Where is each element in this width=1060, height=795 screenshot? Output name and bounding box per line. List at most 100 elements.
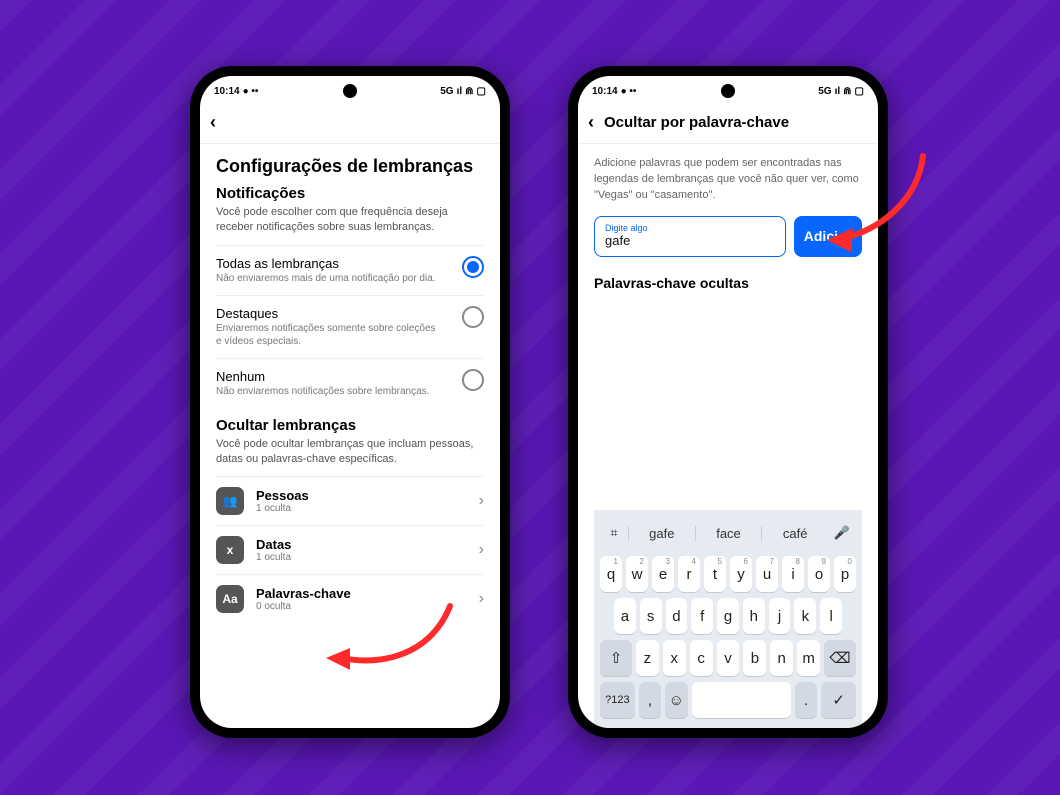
space-key[interactable]	[692, 682, 791, 718]
status-5g-icon: 5G	[440, 86, 453, 97]
item-title: Palavras-chave	[256, 586, 351, 601]
key-r[interactable]: r4	[678, 556, 700, 592]
radio-row-none[interactable]: Nenhum Não enviaremos notificações sobre…	[216, 358, 484, 409]
status-signal-icon: ıl	[457, 86, 463, 97]
notifications-sub: Você pode escolher com que frequência de…	[216, 205, 484, 235]
key-y[interactable]: y6	[730, 556, 752, 592]
page-title: Configurações de lembranças	[216, 156, 484, 177]
screen-left: 10:14● •• 5G ıl ⋒ ▢ ‹ Configurações de l…	[200, 76, 500, 728]
comma-key[interactable]: ,	[639, 682, 661, 718]
radio-sub: Não enviaremos mais de uma notificação p…	[216, 273, 436, 286]
hide-memories-sub: Você pode ocultar lembranças que incluam…	[216, 437, 484, 467]
key-d[interactable]: d	[666, 598, 688, 634]
radio-title: Todas as lembranças	[216, 256, 436, 271]
radio-indicator[interactable]	[462, 369, 484, 391]
status-5g-icon: 5G	[818, 86, 831, 97]
period-key[interactable]: .	[795, 682, 817, 718]
status-battery-icon: ▢	[855, 86, 864, 97]
suggestion[interactable]: gafe	[628, 526, 695, 541]
dates-icon: x	[216, 536, 244, 564]
key-a[interactable]: a	[614, 598, 636, 634]
shift-key[interactable]: ⇧	[600, 640, 632, 676]
key-row-1: q1w2e3r4t5y6u7i8o9p0	[600, 556, 856, 592]
numbers-key[interactable]: ?123	[600, 682, 635, 718]
phone-frame-left: 10:14● •• 5G ıl ⋒ ▢ ‹ Configurações de l…	[190, 66, 510, 738]
key-z[interactable]: z	[636, 640, 659, 676]
suggestion[interactable]: café	[761, 526, 828, 541]
key-i[interactable]: i8	[782, 556, 804, 592]
back-button[interactable]: ‹	[210, 112, 216, 133]
key-f[interactable]: f	[691, 598, 713, 634]
screen-right: 10:14● •• 5G ıl ⋒ ▢ ‹ Ocultar por palavr…	[578, 76, 878, 728]
page-title: Ocultar por palavra-chave	[604, 114, 789, 131]
content: Adicione palavras que podem ser encontra…	[578, 144, 878, 728]
key-k[interactable]: k	[794, 598, 816, 634]
item-title: Pessoas	[256, 488, 309, 503]
chevron-right-icon: ›	[479, 541, 484, 559]
key-e[interactable]: e3	[652, 556, 674, 592]
item-sub: 1 oculta	[256, 552, 291, 563]
back-button[interactable]: ‹	[588, 112, 594, 133]
field-value: gafe	[605, 233, 775, 248]
key-w[interactable]: w2	[626, 556, 648, 592]
key-x[interactable]: x	[663, 640, 686, 676]
item-title: Datas	[256, 537, 291, 552]
status-signal-icon: ıl	[835, 86, 841, 97]
status-wifi-icon: ⋒	[843, 86, 851, 97]
key-m[interactable]: m	[797, 640, 820, 676]
key-row-4: ?123 , ☺ . ✓	[600, 682, 856, 718]
item-dates[interactable]: x Datas 1 oculta ›	[216, 525, 484, 574]
key-o[interactable]: o9	[808, 556, 830, 592]
item-keywords[interactable]: Aa Palavras-chave 0 oculta ›	[216, 574, 484, 623]
key-j[interactable]: j	[769, 598, 791, 634]
enter-key[interactable]: ✓	[821, 682, 856, 718]
radio-title: Nenhum	[216, 369, 429, 384]
input-row: Digite algo gafe Adici…	[594, 216, 862, 269]
suggestion[interactable]: face	[695, 526, 762, 541]
radio-indicator-on[interactable]	[462, 256, 484, 278]
camera-notch	[343, 84, 357, 98]
key-s[interactable]: s	[640, 598, 662, 634]
field-label: Digite algo	[605, 223, 775, 233]
add-button[interactable]: Adici…	[794, 216, 862, 257]
status-battery-icon: ▢	[477, 86, 486, 97]
item-people[interactable]: 👥 Pessoas 1 oculta ›	[216, 476, 484, 525]
key-t[interactable]: t5	[704, 556, 726, 592]
content: Configurações de lembranças Notificações…	[200, 144, 500, 728]
key-g[interactable]: g	[717, 598, 739, 634]
key-h[interactable]: h	[743, 598, 765, 634]
key-c[interactable]: c	[690, 640, 713, 676]
item-sub: 1 oculta	[256, 503, 309, 514]
description: Adicione palavras que podem ser encontra…	[594, 156, 862, 216]
hide-memories-heading: Ocultar lembranças	[216, 417, 484, 434]
status-dots: ● ••	[621, 86, 637, 97]
radio-row-highlights[interactable]: Destaques Enviaremos notificações soment…	[216, 295, 484, 358]
key-b[interactable]: b	[743, 640, 766, 676]
key-q[interactable]: q1	[600, 556, 622, 592]
radio-indicator[interactable]	[462, 306, 484, 328]
key-n[interactable]: n	[770, 640, 793, 676]
keyword-input[interactable]: Digite algo gafe	[594, 216, 786, 257]
status-time: 10:14	[214, 86, 240, 97]
key-row-2: asdfghjkl	[600, 598, 856, 634]
keyboard-menu-icon[interactable]: ⌗	[600, 525, 628, 541]
key-p[interactable]: p0	[834, 556, 856, 592]
camera-notch	[721, 84, 735, 98]
notifications-heading: Notificações	[216, 185, 484, 202]
chevron-right-icon: ›	[479, 590, 484, 608]
header: ‹	[200, 106, 500, 144]
key-l[interactable]: l	[820, 598, 842, 634]
keywords-icon: Aa	[216, 585, 244, 613]
mic-icon[interactable]: 🎤	[828, 525, 856, 541]
tutorial-image: 10:14 ● •• 5G ıl ⋒ ▢ ‹ Configurações de l…	[0, 0, 1060, 795]
suggestion-bar: ⌗ gafe face café 🎤	[600, 516, 856, 550]
emoji-key[interactable]: ☺	[665, 682, 687, 718]
people-icon: 👥	[216, 487, 244, 515]
hidden-keywords-heading: Palavras-chave ocultas	[594, 275, 862, 291]
key-v[interactable]: v	[717, 640, 740, 676]
radio-row-all[interactable]: Todas as lembranças Não enviaremos mais …	[216, 245, 484, 296]
backspace-key[interactable]: ⌫	[824, 640, 856, 676]
phone-frame-right: 10:14● •• 5G ıl ⋒ ▢ ‹ Ocultar por palavr…	[568, 66, 888, 738]
key-u[interactable]: u7	[756, 556, 778, 592]
item-sub: 0 oculta	[256, 601, 351, 612]
